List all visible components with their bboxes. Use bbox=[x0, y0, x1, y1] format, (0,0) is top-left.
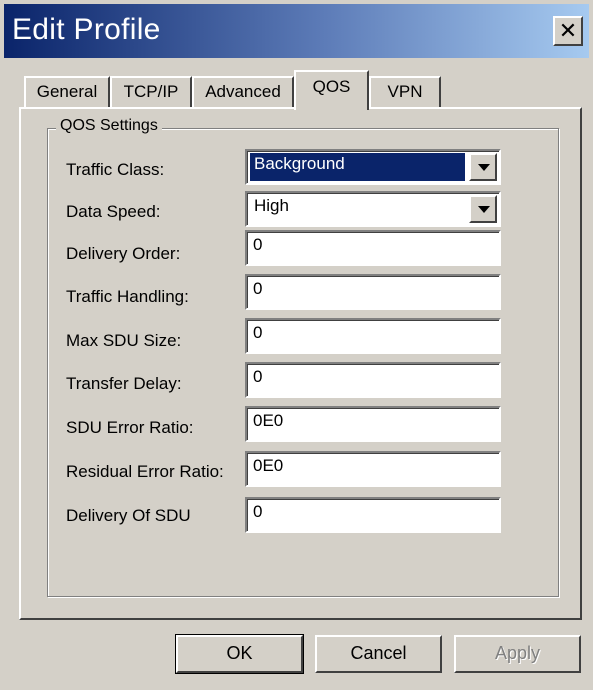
max-sdu-size-label: Max SDU Size: bbox=[66, 331, 182, 350]
data-speed-value: High bbox=[254, 196, 289, 215]
traffic-handling-input[interactable]: 0 bbox=[245, 274, 501, 310]
apply-button[interactable]: Apply bbox=[454, 635, 581, 673]
sdu-error-ratio-input[interactable]: 0E0 bbox=[245, 406, 501, 442]
delivery-of-sdu-label: Delivery Of SDU bbox=[66, 506, 191, 525]
chevron-down-icon bbox=[478, 206, 490, 213]
traffic-class-dropdown-button[interactable] bbox=[469, 153, 497, 181]
tab-label: QOS bbox=[312, 77, 351, 96]
title-bar[interactable]: Edit Profile ✕ bbox=[4, 4, 589, 58]
close-button[interactable]: ✕ bbox=[553, 16, 583, 46]
tab-advanced[interactable]: Advanced bbox=[192, 76, 294, 108]
residual-error-ratio-label: Residual Error Ratio: bbox=[66, 462, 224, 481]
group-title: QOS Settings bbox=[56, 117, 162, 135]
delivery-of-sdu-input[interactable]: 0 bbox=[245, 497, 501, 533]
window-title: Edit Profile bbox=[12, 13, 161, 46]
cancel-button[interactable]: Cancel bbox=[315, 635, 442, 673]
tab-vpn[interactable]: VPN bbox=[369, 76, 441, 108]
tab-qos[interactable]: QOS bbox=[294, 70, 369, 110]
tab-label: TCP/IP bbox=[123, 82, 179, 101]
ok-button[interactable]: OK bbox=[175, 634, 304, 674]
tab-label: General bbox=[36, 82, 98, 101]
sdu-error-ratio-label: SDU Error Ratio: bbox=[66, 418, 194, 437]
edit-profile-dialog: Edit Profile ✕ General TCP/IP Advanced Q… bbox=[0, 0, 593, 690]
close-icon: ✕ bbox=[558, 18, 578, 43]
transfer-delay-label: Transfer Delay: bbox=[66, 374, 182, 393]
traffic-class-label: Traffic Class: bbox=[66, 160, 165, 179]
traffic-class-value: Background bbox=[250, 153, 465, 181]
tab-label: Advanced bbox=[205, 82, 281, 101]
chevron-down-icon bbox=[478, 164, 490, 171]
residual-error-ratio-input[interactable]: 0E0 bbox=[245, 451, 501, 487]
tab-tcp-ip[interactable]: TCP/IP bbox=[110, 76, 192, 108]
delivery-order-label: Delivery Order: bbox=[66, 244, 181, 263]
traffic-handling-label: Traffic Handling: bbox=[66, 287, 189, 306]
data-speed-dropdown-button[interactable] bbox=[469, 195, 497, 223]
data-speed-select[interactable]: High bbox=[245, 191, 501, 227]
tab-label: VPN bbox=[387, 82, 423, 101]
data-speed-label: Data Speed: bbox=[66, 202, 161, 221]
tab-general[interactable]: General bbox=[24, 76, 110, 108]
transfer-delay-input[interactable]: 0 bbox=[245, 362, 501, 398]
traffic-class-select[interactable]: Background bbox=[245, 149, 501, 185]
delivery-order-input[interactable]: 0 bbox=[245, 230, 501, 266]
max-sdu-size-input[interactable]: 0 bbox=[245, 318, 501, 354]
